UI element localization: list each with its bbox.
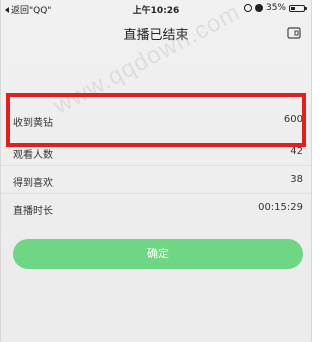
stat-label: 观看人数	[13, 150, 53, 161]
stat-row-viewers: 观看人数 42	[1, 138, 311, 166]
stat-row-duration: 直播时长 00:15:29	[1, 194, 311, 222]
stat-label: 直播时长	[13, 206, 53, 217]
stat-label: 得到喜欢	[13, 178, 53, 189]
page-title: 直播已结束	[123, 28, 189, 43]
battery-icon	[289, 4, 307, 12]
exit-icon[interactable]	[287, 27, 301, 39]
stat-value: 00:15:29	[258, 202, 303, 213]
stat-value: 42	[290, 146, 303, 157]
status-bar: 返回"QQ" 上午10:26 35%	[1, 0, 311, 16]
stat-value: 38	[290, 174, 303, 185]
rotation-lock-icon	[243, 4, 252, 12]
nav-bar: 直播已结束	[1, 16, 311, 52]
live-ended-screen: 返回"QQ" 上午10:26 35% 直播已结束 www.qqdown.com …	[0, 0, 312, 342]
battery-fill	[291, 6, 295, 10]
stat-row-likes: 得到喜欢 38	[1, 166, 311, 194]
alarm-icon	[254, 4, 263, 12]
status-indicators: 35%	[243, 3, 307, 13]
confirm-button[interactable]: 确定	[13, 239, 303, 269]
battery-percent: 35%	[265, 3, 286, 13]
